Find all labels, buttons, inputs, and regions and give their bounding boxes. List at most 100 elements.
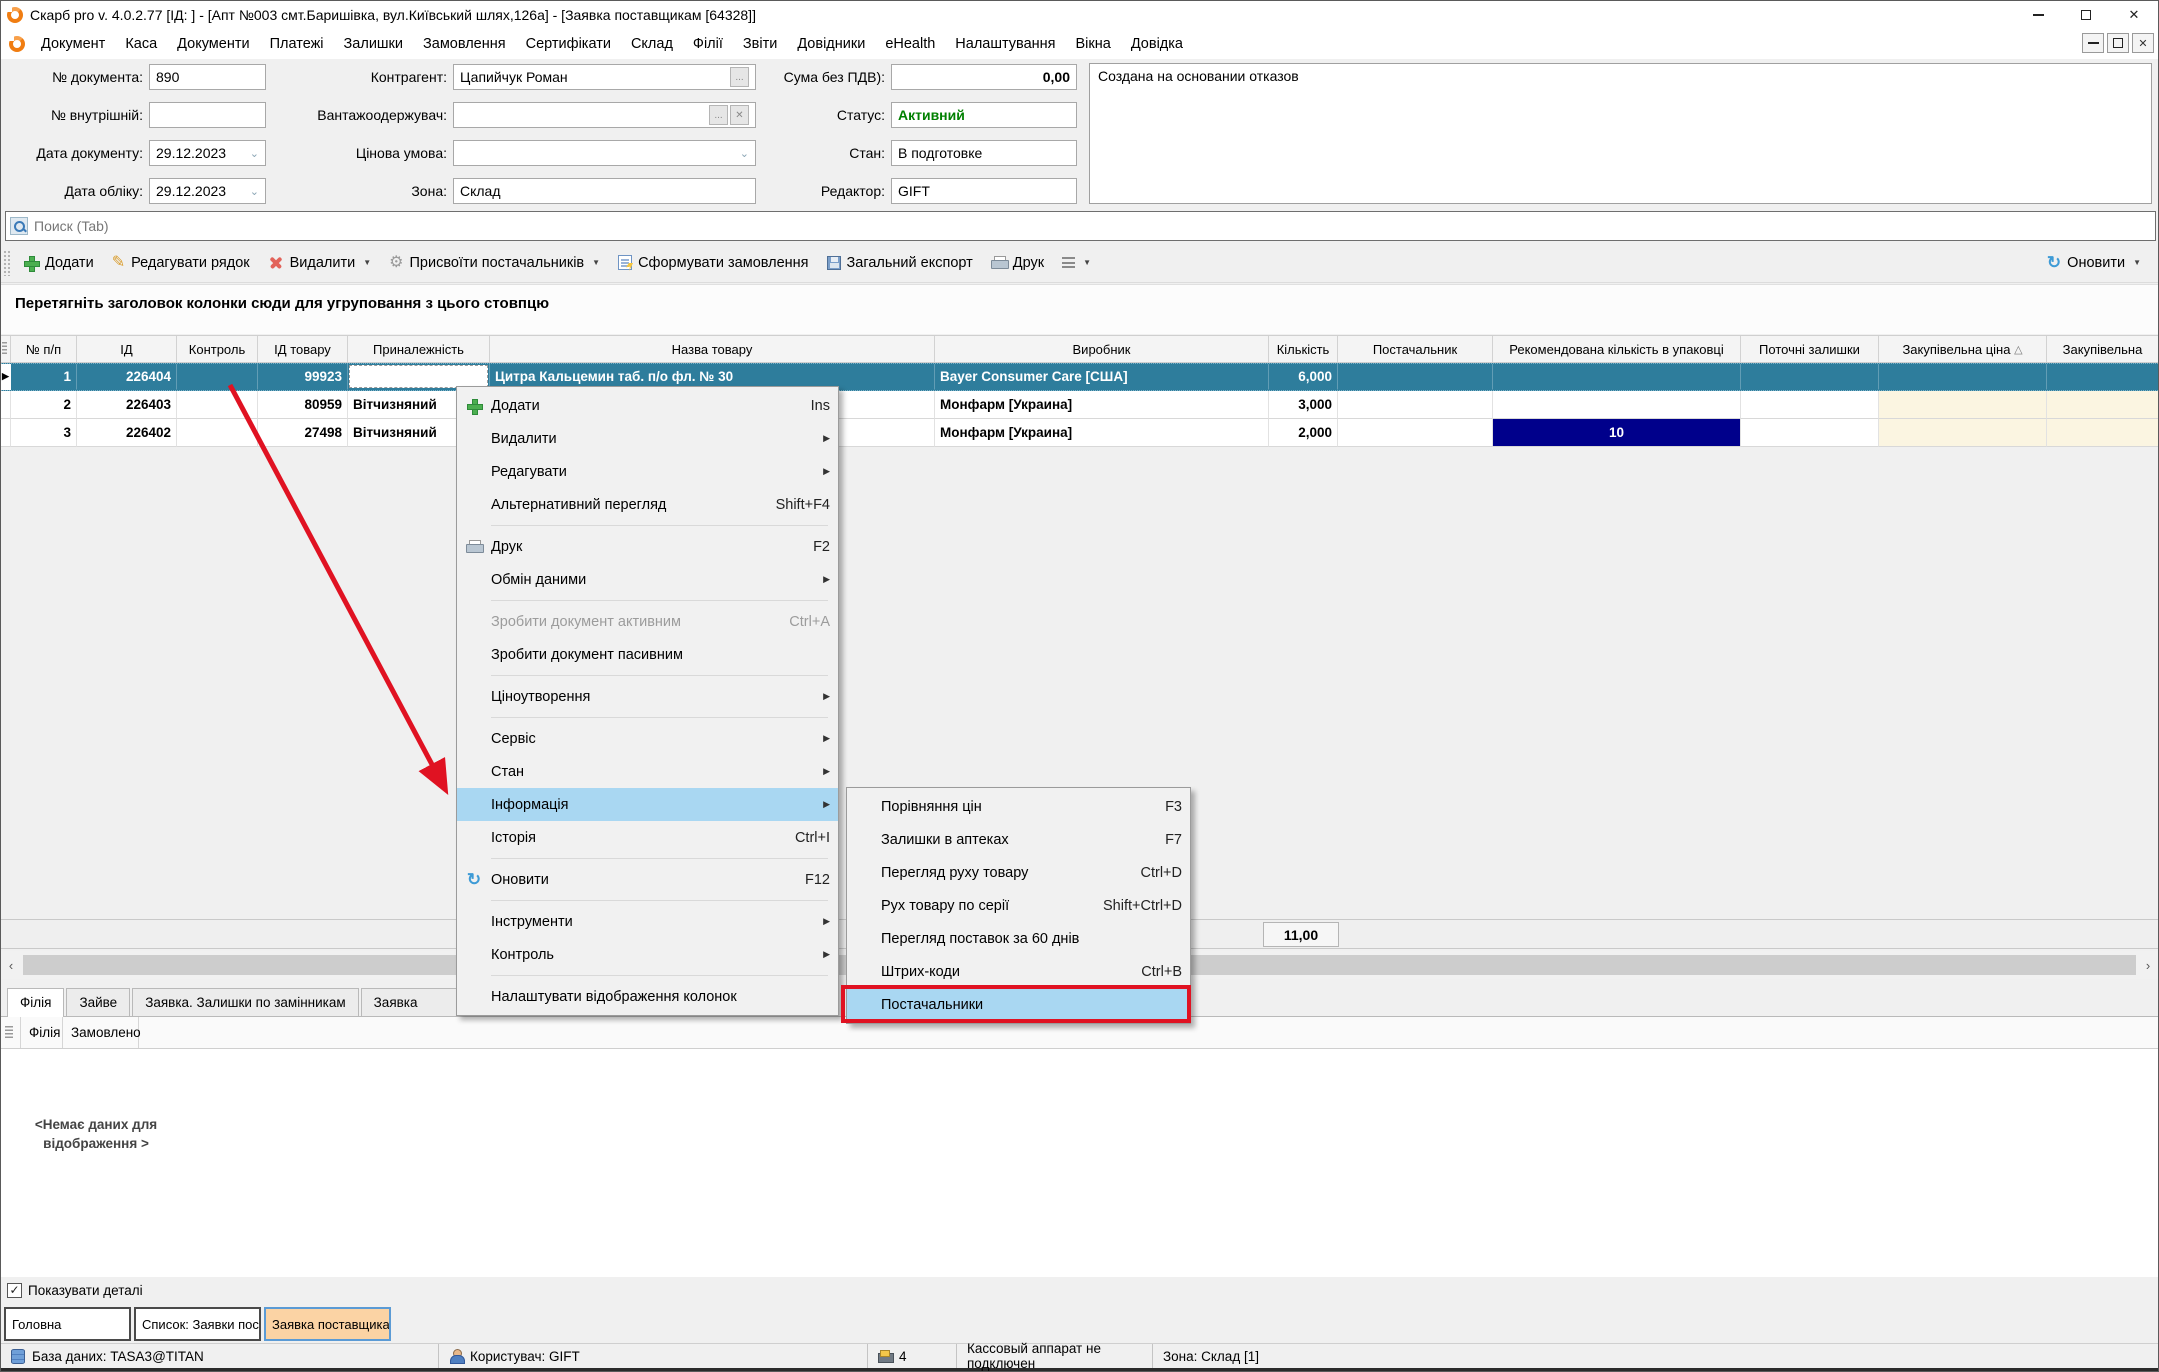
scroll-right-arrow[interactable]: › — [2138, 951, 2158, 979]
contractor-field[interactable]: Цапийчук Роман... — [453, 64, 756, 90]
menu-reports[interactable]: Звіти — [733, 32, 787, 56]
column-header-purchase-price[interactable]: Закупівельна ціна △ — [1879, 336, 2047, 362]
menu-branches[interactable]: Філії — [683, 32, 733, 56]
menu-payments[interactable]: Платежі — [260, 32, 334, 56]
column-chooser-button[interactable] — [1, 1017, 21, 1048]
group-by-hint[interactable]: Перетягніть заголовок колонки сюди для у… — [1, 284, 2158, 334]
table-row-3[interactable]: 3 226402 27498 Вітчизняний Монфарм [Укра… — [1, 419, 2158, 447]
chevron-down-icon[interactable]: ⌄ — [250, 147, 259, 160]
tab-filia[interactable]: Філія — [7, 988, 64, 1017]
context-menu-make-passive[interactable]: Зробити документ пасивним — [457, 638, 838, 671]
refresh-button[interactable]: ↻Оновити▼ — [2038, 248, 2150, 278]
column-header-manufacturer[interactable]: Виробник — [935, 336, 1269, 362]
column-header-origin[interactable]: Приналежність — [348, 336, 490, 362]
general-export-button[interactable]: Загальний експорт — [818, 248, 982, 278]
submenu-deliveries-60-days[interactable]: Перегляд поставок за 60 днів — [847, 922, 1190, 955]
context-menu-refresh[interactable]: ↻ Оновити F12 — [457, 863, 838, 896]
chevron-down-icon[interactable]: ⌄ — [250, 185, 259, 198]
submenu-suppliers[interactable]: Постачальники — [847, 988, 1190, 1021]
column-header-id[interactable]: ІД — [77, 336, 177, 362]
context-menu-history[interactable]: Історія Ctrl+I — [457, 821, 838, 854]
mdi-minimize-button[interactable] — [2082, 33, 2104, 53]
search-input[interactable] — [34, 218, 2155, 234]
context-menu-delete[interactable]: Видалити ▶ — [457, 422, 838, 455]
layout-list-button[interactable]: ▼ — [1053, 248, 1100, 278]
menu-windows[interactable]: Вікна — [1066, 32, 1121, 56]
context-menu-control[interactable]: Контроль ▶ — [457, 938, 838, 971]
cell-recommended[interactable]: 10 — [1493, 419, 1741, 447]
maximize-button[interactable] — [2062, 1, 2110, 29]
delete-button[interactable]: Видалити▼ — [259, 248, 381, 278]
doc-number-field[interactable]: 890 — [149, 64, 266, 90]
column-header-current-stock[interactable]: Поточні залишки — [1741, 336, 1879, 362]
doc-date-combobox[interactable]: 29.12.2023⌄ — [149, 140, 266, 166]
context-menu-alt-view[interactable]: Альтернативний перегляд Shift+F4 — [457, 488, 838, 521]
column-header-recommended[interactable]: Рекомендована кількість в упаковці — [1493, 336, 1741, 362]
context-menu-configure-columns[interactable]: Налаштувати відображення колонок — [457, 980, 838, 1013]
account-date-combobox[interactable]: 29.12.2023⌄ — [149, 178, 266, 204]
tab-zalyshky-zaminnyky[interactable]: Заявка. Залишки по замінникам — [132, 988, 358, 1016]
menu-stocks[interactable]: Залишки — [334, 32, 413, 56]
menu-ehealth[interactable]: eHealth — [875, 32, 945, 56]
menu-settings[interactable]: Налаштування — [945, 32, 1065, 56]
submenu-barcodes[interactable]: Штрих-коди Ctrl+B — [847, 955, 1190, 988]
origin-edit-box[interactable] — [349, 365, 488, 388]
column-header-product-name[interactable]: Назва товару — [490, 336, 935, 362]
column-header-supplier[interactable]: Постачальник — [1338, 336, 1493, 362]
print-button[interactable]: Друк — [982, 248, 1053, 278]
mdi-restore-button[interactable] — [2107, 33, 2129, 53]
doc-tab-holovna[interactable]: Головна — [4, 1307, 131, 1341]
scroll-left-arrow[interactable]: ‹ — [1, 951, 21, 979]
context-menu-data-exchange[interactable]: Обмін даними ▶ — [457, 563, 838, 596]
doc-tab-zaiavka-postachalnykam[interactable]: Заявка поставщикам .. — [264, 1307, 391, 1341]
context-menu-print[interactable]: Друк F2 — [457, 530, 838, 563]
show-details-checkbox[interactable]: ✓ — [7, 1283, 22, 1298]
context-menu-service[interactable]: Сервіс ▶ — [457, 722, 838, 755]
column-header-npp[interactable]: № п/п — [11, 336, 77, 362]
toolbar-grip[interactable] — [3, 250, 10, 276]
mdi-close-button[interactable]: ✕ — [2132, 33, 2154, 53]
consignee-lookup-button[interactable]: ... — [709, 105, 728, 125]
context-menu-edit[interactable]: Редагувати ▶ — [457, 455, 838, 488]
edit-row-button[interactable]: ✎Редагувати рядок — [103, 248, 259, 278]
doc-date-label: Дата документу: — [1, 145, 149, 161]
tab-zaive[interactable]: Зайве — [66, 988, 130, 1016]
table-row-2[interactable]: 2 226403 80959 Вітчизняний Монфарм [Укра… — [1, 391, 2158, 419]
subcolumn-zamovleno[interactable]: Замовлено — [63, 1017, 139, 1048]
add-button[interactable]: Додати — [14, 248, 103, 278]
column-header-product-id[interactable]: ІД товару — [258, 336, 348, 362]
menu-certificates[interactable]: Сертифікати — [516, 32, 621, 56]
internal-number-field[interactable] — [149, 102, 266, 128]
menu-orders[interactable]: Замовлення — [413, 32, 516, 56]
create-order-button[interactable]: Сформувати замовлення — [609, 248, 817, 278]
submenu-price-comparison[interactable]: Порівняння цін F3 — [847, 790, 1190, 823]
doc-tab-spysok[interactable]: Список: Заявки пост ... — [134, 1307, 261, 1341]
context-menu-add[interactable]: Додати Ins — [457, 389, 838, 422]
context-menu-pricing[interactable]: Ціноутворення ▶ — [457, 680, 838, 713]
submenu-product-movement[interactable]: Перегляд руху товару Ctrl+D — [847, 856, 1190, 889]
menu-kasa[interactable]: Каса — [115, 32, 167, 56]
menu-documents[interactable]: Документи — [167, 32, 259, 56]
consignee-field[interactable]: ...✕ — [453, 102, 756, 128]
price-condition-combobox[interactable]: ⌄ — [453, 140, 756, 166]
column-header-purchase2[interactable]: Закупівельна — [2047, 336, 2158, 362]
minimize-button[interactable] — [2014, 1, 2062, 29]
column-header-quantity[interactable]: Кількість — [1269, 336, 1338, 362]
menu-warehouse[interactable]: Склад — [621, 32, 683, 56]
subcolumn-filia[interactable]: Філія — [21, 1017, 63, 1048]
table-row-1[interactable]: ▶ 1 226404 99923 Цитра Кальцемин таб. п/… — [1, 363, 2158, 391]
menu-directories[interactable]: Довідники — [787, 32, 875, 56]
context-menu-tools[interactable]: Інструменти ▶ — [457, 905, 838, 938]
context-menu-state[interactable]: Стан ▶ — [457, 755, 838, 788]
zone-field[interactable]: Склад — [453, 178, 756, 204]
column-chooser-button[interactable] — [1, 336, 11, 362]
menu-document[interactable]: Документ — [31, 32, 115, 56]
context-menu-information[interactable]: Інформація ▶ — [457, 788, 838, 821]
assign-suppliers-button[interactable]: ⚙Присвоїти постачальників▼ — [380, 248, 609, 278]
submenu-pharmacy-stocks[interactable]: Залишки в аптеках F7 — [847, 823, 1190, 856]
close-button[interactable]: ✕ — [2110, 1, 2158, 29]
menu-help[interactable]: Довідка — [1121, 32, 1193, 56]
submenu-movement-by-series[interactable]: Рух товару по серії Shift+Ctrl+D — [847, 889, 1190, 922]
column-header-control[interactable]: Контроль — [177, 336, 258, 362]
comment-box[interactable]: Создана на основании отказов — [1089, 63, 2152, 204]
